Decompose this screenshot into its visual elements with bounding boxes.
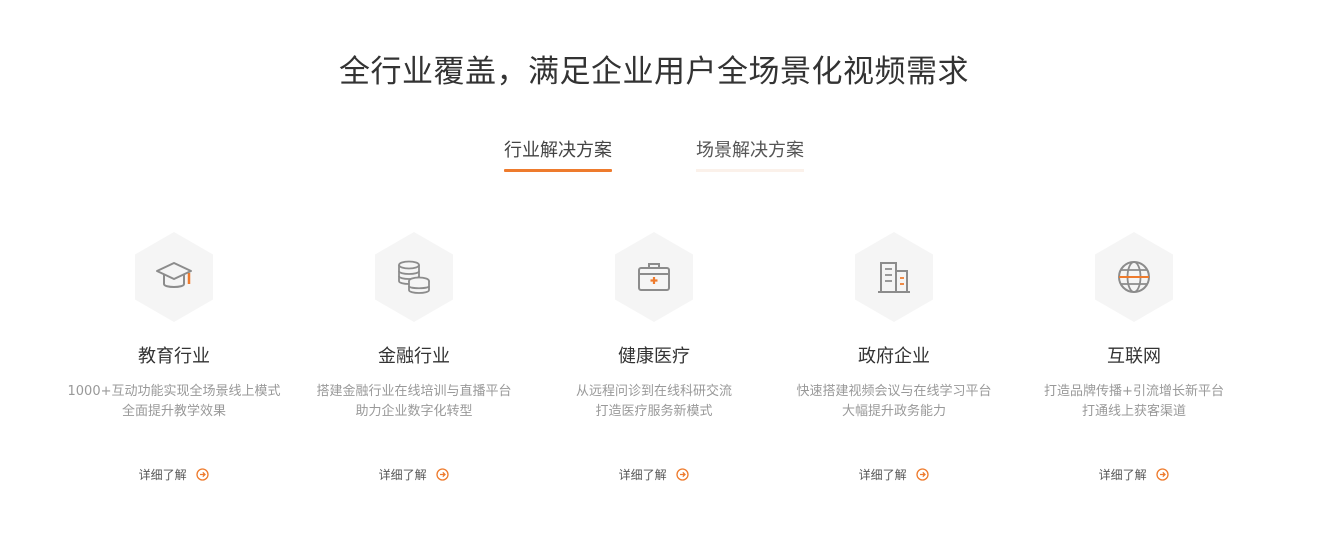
industry-card-healthcare: 健康医疗 从远程问诊到在线科研交流 打造医疗服务新模式 详细了解 xyxy=(534,232,774,482)
desc-line: 从远程问诊到在线科研交流 xyxy=(575,384,732,399)
card-title: 金融行业 xyxy=(378,346,450,367)
card-title: 政府企业 xyxy=(858,346,930,367)
coins-icon xyxy=(398,260,430,294)
tab-label: 行业解决方案 xyxy=(504,140,612,161)
arrow-circle-right-icon xyxy=(916,468,930,481)
desc-line: 1000+互动功能实现全场景线上模式 xyxy=(67,384,281,399)
desc-line: 全面提升教学效果 xyxy=(121,404,226,419)
desc-line: 打造医疗服务新模式 xyxy=(595,404,713,419)
medical-kit-icon xyxy=(638,263,670,291)
graduation-cap-icon xyxy=(156,262,192,288)
learn-more-link[interactable]: 详细了解 xyxy=(534,466,774,483)
globe-icon xyxy=(1118,261,1150,293)
card-title: 互联网 xyxy=(1107,346,1161,367)
tab-scene-solutions[interactable]: 场景解决方案 xyxy=(696,136,804,172)
learn-more-link[interactable]: 详细了解 xyxy=(54,466,294,483)
icon-hexagon xyxy=(375,232,453,322)
active-tab-indicator xyxy=(504,169,612,172)
arrow-circle-right-icon xyxy=(1156,468,1170,481)
inactive-tab-indicator xyxy=(696,169,804,172)
tab-industry-solutions[interactable]: 行业解决方案 xyxy=(504,136,612,172)
icon-hexagon xyxy=(615,232,693,322)
icon-hexagon xyxy=(855,232,933,322)
learn-more-link[interactable]: 详细了解 xyxy=(1014,466,1254,483)
building-icon xyxy=(878,262,910,293)
card-description: 1000+互动功能实现全场景线上模式 全面提升教学效果 xyxy=(54,382,294,422)
card-description: 打造品牌传播+引流增长新平台 打通线上获客渠道 xyxy=(1014,382,1254,422)
industry-card-finance: 金融行业 搭建金融行业在线培训与直播平台 助力企业数字化转型 详细了解 xyxy=(294,232,534,482)
desc-line: 大幅提升政务能力 xyxy=(841,404,946,419)
card-description: 快速搭建视频会议与在线学习平台 大幅提升政务能力 xyxy=(774,382,1014,422)
learn-more-link[interactable]: 详细了解 xyxy=(774,466,1014,483)
desc-line: 快速搭建视频会议与在线学习平台 xyxy=(796,384,992,399)
icon-hexagon xyxy=(1095,232,1173,322)
industry-card-internet: 互联网 打造品牌传播+引流增长新平台 打通线上获客渠道 详细了解 xyxy=(1014,232,1254,482)
industry-cards: 教育行业 1000+互动功能实现全场景线上模式 全面提升教学效果 详细了解 金融… xyxy=(0,232,1308,492)
card-title: 健康医疗 xyxy=(618,346,690,367)
learn-more-label: 详细了解 xyxy=(618,468,667,482)
tab-label: 场景解决方案 xyxy=(696,140,804,161)
arrow-circle-right-icon xyxy=(196,468,210,481)
icon-hexagon xyxy=(135,232,213,322)
learn-more-link[interactable]: 详细了解 xyxy=(294,466,534,483)
desc-line: 打通线上获客渠道 xyxy=(1081,404,1186,419)
card-description: 从远程问诊到在线科研交流 打造医疗服务新模式 xyxy=(534,382,774,422)
desc-line: 搭建金融行业在线培训与直播平台 xyxy=(316,384,512,399)
industry-card-education: 教育行业 1000+互动功能实现全场景线上模式 全面提升教学效果 详细了解 xyxy=(54,232,294,482)
learn-more-label: 详细了解 xyxy=(1098,468,1147,482)
learn-more-label: 详细了解 xyxy=(378,468,427,482)
card-description: 搭建金融行业在线培训与直播平台 助力企业数字化转型 xyxy=(294,382,534,422)
learn-more-label: 详细了解 xyxy=(138,468,187,482)
page-title: 全行业覆盖，满足企业用户全场景化视频需求 xyxy=(339,54,969,90)
solution-tabs: 行业解决方案 场景解决方案 xyxy=(0,136,1308,172)
arrow-circle-right-icon xyxy=(676,468,690,481)
learn-more-label: 详细了解 xyxy=(858,468,907,482)
desc-line: 助力企业数字化转型 xyxy=(355,404,473,419)
desc-line: 打造品牌传播+引流增长新平台 xyxy=(1044,384,1224,399)
arrow-circle-right-icon xyxy=(436,468,450,481)
industry-card-government: 政府企业 快速搭建视频会议与在线学习平台 大幅提升政务能力 详细了解 xyxy=(774,232,1014,482)
card-title: 教育行业 xyxy=(138,346,210,367)
